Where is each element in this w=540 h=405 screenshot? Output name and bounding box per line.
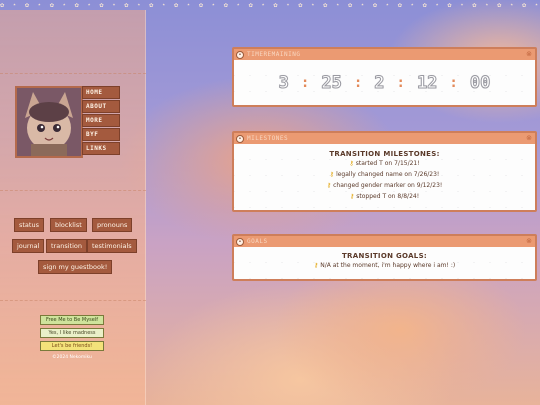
- panel-title: GOALS: [247, 238, 268, 245]
- sidebar-divider: [0, 190, 146, 191]
- testimonials-button[interactable]: testimonials: [87, 239, 137, 253]
- countdown-timer: 3 : 25 : 2 : 12 : 00: [234, 66, 535, 99]
- guestbook-button[interactable]: sign my guestbook!: [38, 260, 113, 274]
- countdown-value: 00: [469, 72, 491, 93]
- countdown-separator: :: [353, 74, 363, 91]
- nav-about[interactable]: ABOUT: [82, 100, 120, 113]
- avatar: [15, 86, 83, 158]
- main-nav: HOME ABOUT MORE BYF LINKS: [82, 86, 120, 156]
- goals-body: TRANSITION GOALS: ⚷ N/A at the moment, i'…: [234, 247, 535, 279]
- blocklist-button[interactable]: blocklist: [50, 218, 87, 232]
- countdown-value: 3: [278, 72, 289, 93]
- stamp-madness: Yes, I like madness: [40, 328, 104, 338]
- milestones-body: TRANSITION MILESTONES: ⚷ started T on 7/1…: [234, 144, 535, 210]
- kitty-icon: •: [236, 237, 244, 246]
- countdown-separator: :: [449, 74, 458, 91]
- countdown-panel: • TIMEREMAINING ⊗ 3 : 25 : 2 : 12 : 00: [232, 47, 537, 107]
- countdown-body: 3 : 25 : 2 : 12 : 00: [234, 60, 535, 105]
- pronouns-button[interactable]: pronouns: [92, 218, 133, 232]
- goals-panel: • GOALS ⊗ TRANSITION GOALS: ⚷ N/A at the …: [232, 234, 537, 281]
- nav-home[interactable]: HOME: [82, 86, 120, 99]
- countdown-value: 25: [321, 72, 343, 93]
- avatar-illustration: [17, 88, 81, 156]
- goals-heading: TRANSITION GOALS:: [341, 252, 428, 260]
- kitty-icon: •: [236, 50, 244, 59]
- nav-byf[interactable]: BYF: [82, 128, 120, 141]
- sidebar-divider: [0, 73, 146, 74]
- milestone-item: ⚷ stopped T on 8/8/24!: [349, 193, 420, 200]
- key-icon: ⚷: [313, 262, 319, 269]
- panel-header: • MILESTONES ⊗: [234, 133, 535, 144]
- kitty-icon: •: [236, 134, 244, 143]
- countdown-value: 12: [416, 72, 438, 93]
- copyright-text: ©2024 Nekomiku: [52, 355, 92, 360]
- stamp-friends: Let's be friends!: [40, 341, 104, 351]
- close-icon[interactable]: ⊗: [526, 133, 532, 144]
- transition-button[interactable]: transition: [46, 239, 87, 253]
- countdown-separator: :: [396, 74, 405, 91]
- close-icon[interactable]: ⊗: [526, 49, 532, 60]
- key-icon: ⚷: [329, 171, 335, 178]
- panel-title: MILESTONES: [247, 135, 289, 142]
- milestone-item: ⚷ changed gender marker on 9/12/23!: [326, 182, 443, 189]
- milestones-panel: • MILESTONES ⊗ TRANSITION MILESTONES: ⚷ s…: [232, 131, 537, 212]
- countdown-separator: :: [300, 74, 310, 91]
- milestone-item: ⚷ started T on 7/15/21!: [349, 160, 420, 167]
- key-icon: ⚷: [326, 182, 332, 189]
- journal-button[interactable]: journal: [12, 239, 45, 253]
- countdown-value: 2: [374, 72, 385, 93]
- key-icon: ⚷: [349, 193, 355, 200]
- milestones-heading: TRANSITION MILESTONES:: [329, 150, 440, 158]
- nav-more[interactable]: MORE: [82, 114, 120, 127]
- nav-links[interactable]: LINKS: [82, 142, 120, 155]
- panel-header: • GOALS ⊗: [234, 236, 535, 247]
- close-icon[interactable]: ⊗: [526, 236, 532, 247]
- key-icon: ⚷: [349, 160, 354, 167]
- panel-title: TIMEREMAINING: [247, 51, 301, 58]
- sidebar-divider: [0, 300, 146, 301]
- top-decorative-border: ✿ ⋆ ✿ ⋆ ✿ ⋆ ✿ ⋆ ✿ ⋆ ✿ ⋆ ✿ ⋆ ✿ ⋆ ✿ ⋆ ✿ ⋆ …: [0, 1, 540, 9]
- milestone-item: ⚷ legally changed name on 7/26/23!: [329, 171, 440, 178]
- panel-header: • TIMEREMAINING ⊗: [234, 49, 535, 60]
- status-button[interactable]: status: [14, 218, 44, 232]
- stamp-free-to-be: Free Me to Be Myself: [40, 315, 104, 325]
- goal-item: ⚷ N/A at the moment, i'm happy where i am…: [313, 262, 456, 269]
